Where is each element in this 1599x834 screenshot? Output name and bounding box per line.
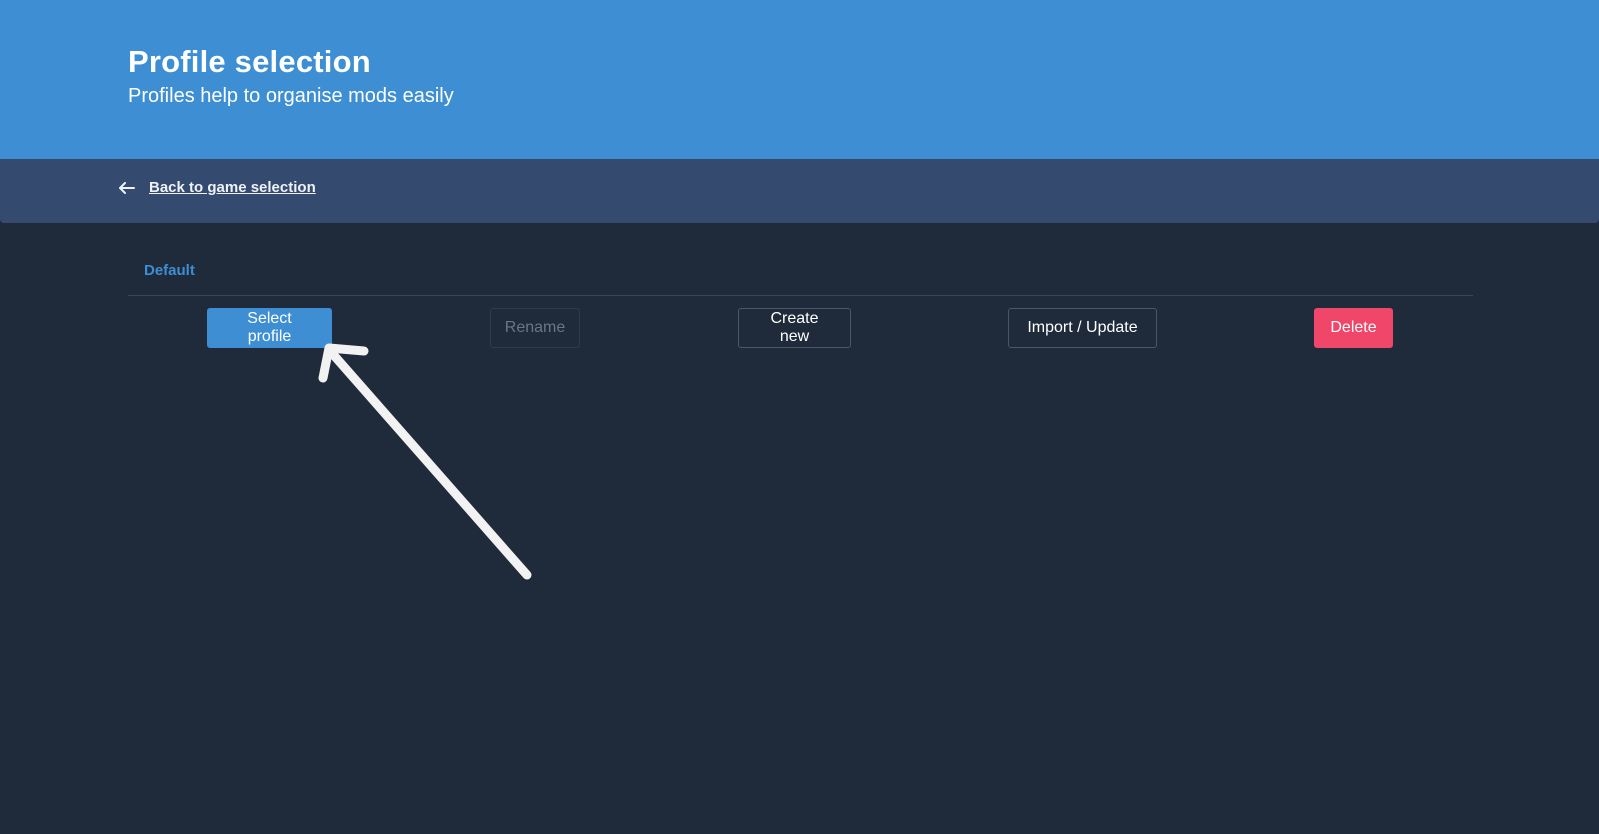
profile-name[interactable]: Default	[144, 262, 195, 279]
back-to-game-selection-link[interactable]: Back to game selection	[119, 179, 316, 196]
rename-button[interactable]: Rename	[490, 308, 580, 348]
profile-divider	[128, 295, 1473, 296]
pointer-arrow-icon	[318, 343, 532, 580]
hero-header: Profile selection Profiles help to organ…	[0, 0, 1599, 159]
delete-button[interactable]: Delete	[1314, 308, 1393, 348]
page-subtitle: Profiles help to organise mods easily	[128, 85, 454, 107]
select-profile-button[interactable]: Select profile	[207, 308, 332, 348]
page-title: Profile selection	[128, 44, 371, 79]
back-link-label: Back to game selection	[149, 179, 316, 196]
import-update-button[interactable]: Import / Update	[1008, 308, 1157, 348]
create-new-button[interactable]: Create new	[738, 308, 851, 348]
arrow-left-icon	[119, 181, 135, 194]
page: Profile selection Profiles help to organ…	[0, 0, 1599, 834]
navigation-bar: Back to game selection	[0, 159, 1599, 223]
